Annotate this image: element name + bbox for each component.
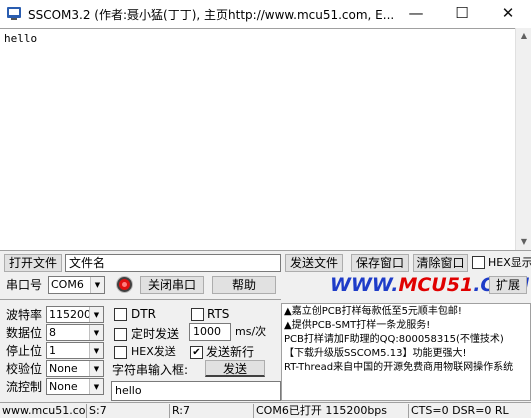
timed-send-checkbox[interactable] [114,328,127,341]
minimize-button[interactable]: — [393,0,439,28]
open-file-button[interactable]: 打开文件 [4,254,62,272]
flow-label: 流控制 [6,380,43,394]
stopbits-value: 1 [49,344,56,357]
baud-label: 波特率 [6,308,43,322]
ad-line-2[interactable]: ▲提供PCB-SMT打样一条龙服务! [284,319,430,332]
clear-window-button[interactable]: 清除窗口 [413,254,468,272]
databits-select[interactable]: 8 ▼ [46,324,104,341]
parity-value: None [49,362,78,375]
ad-line-1[interactable]: ▲嘉立创PCB打样每款低至5元顺丰包邮! [284,305,462,318]
hex-send-label: HEX发送 [131,345,176,358]
receive-scrollbar[interactable]: ▲ ▼ [515,28,531,250]
status-signals: CTS=0 DSR=0 RL [411,404,509,417]
scroll-up-icon[interactable]: ▲ [516,28,531,44]
status-port-state: COM6已打开 115200bps [254,404,409,418]
scroll-down-icon[interactable]: ▼ [516,234,531,250]
dtr-label: DTR [131,307,156,321]
status-received: R:7 [170,404,254,418]
hex-send-checkbox[interactable] [114,346,127,359]
chevron-down-icon: ▼ [89,379,103,394]
rts-checkbox[interactable] [191,308,204,321]
hex-display-checkbox[interactable] [472,256,485,269]
ad-line-5[interactable]: RT-Thread来自中国的开源免费商用物联网操作系统 [284,361,513,374]
port-value: COM6 [51,278,84,291]
window-title: SSCOM3.2 (作者:聂小猛(丁丁), 主页http://www.mcu51… [28,8,395,22]
ad-panel: ▲嘉立创PCB打样每款低至5元顺丰包邮! ▲提供PCB-SMT打样一条龙服务! … [281,303,531,401]
newline-checkbox[interactable]: ✔ [190,346,203,359]
stopbits-label: 停止位 [6,344,43,358]
port-select[interactable]: COM6 ▼ [48,276,105,294]
interval-input[interactable]: 1000 [189,323,231,341]
filename-field[interactable]: 文件名 [65,254,281,272]
expand-button[interactable]: 扩展 [489,276,527,294]
chevron-down-icon: ▼ [89,307,103,322]
baud-value: 115200 [49,308,91,321]
databits-value: 8 [49,326,56,339]
status-url[interactable]: www.mcu51.com [0,404,87,418]
close-port-button[interactable]: 关闭串口 [140,276,204,294]
parity-label: 校验位 [6,362,43,376]
dtr-checkbox[interactable] [114,308,127,321]
port-label: 串口号 [6,278,43,292]
save-window-button[interactable]: 保存窗口 [351,254,409,272]
app-icon [7,7,21,20]
stopbits-select[interactable]: 1 ▼ [46,342,104,359]
flow-select[interactable]: None ▼ [46,378,104,395]
receive-textarea[interactable]: hello [0,28,515,250]
logo-text-www: WWW. [330,274,399,296]
chevron-down-icon: ▼ [89,361,103,376]
help-button[interactable]: 帮助 [212,276,276,294]
send-file-button[interactable]: 发送文件 [285,254,343,272]
hex-display-label: HEX显示 [488,256,531,269]
port-status-led-icon [117,277,132,292]
databits-label: 数据位 [6,326,43,340]
divider [0,250,531,251]
chevron-down-icon: ▼ [89,325,103,340]
status-bar: www.mcu51.com S:7 R:7 COM6已打开 115200bps … [0,402,531,418]
title-bar: SSCOM3.2 (作者:聂小猛(丁丁), 主页http://www.mcu51… [0,0,531,28]
chevron-down-icon: ▼ [90,277,104,293]
parity-select[interactable]: None ▼ [46,360,104,377]
send-button[interactable]: 发送 [205,360,265,377]
close-button[interactable]: ✕ [485,0,531,28]
input-label: 字符串输入框: [112,363,189,377]
ad-line-4[interactable]: 【下载升级版SSCOM5.13】功能更强大! [284,347,466,360]
receive-text: hello [4,32,38,45]
ad-line-3[interactable]: PCB打样请加F助理的QQ:800058315(不懂技术) [284,333,504,346]
chevron-down-icon: ▼ [89,343,103,358]
status-sent: S:7 [87,404,170,418]
newline-label: 发送新行 [206,345,255,359]
rts-label: RTS [207,307,230,321]
baud-select[interactable]: 115200 ▼ [46,306,104,323]
maximize-button[interactable]: ☐ [439,0,485,28]
logo-text-mcu51: MCU51 [398,274,474,296]
timed-send-label: 定时发送 [131,327,180,341]
send-input[interactable]: hello [111,381,281,401]
flow-value: None [49,380,78,393]
divider [0,299,281,300]
checkmark-icon: ✔ [192,347,201,358]
interval-unit-label: ms/次 [235,325,267,338]
